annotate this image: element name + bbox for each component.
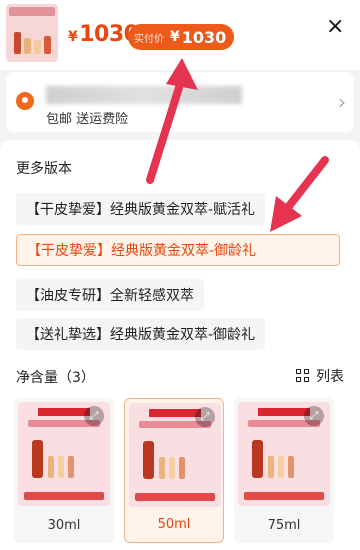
zoom-icon[interactable]: ⤢ [304, 406, 324, 426]
volume-card-image: ⤢ [238, 402, 330, 506]
versions-title: 更多版本 [16, 161, 72, 177]
close-icon[interactable]: × [326, 16, 344, 38]
blurred-address [46, 86, 242, 104]
volume-size: 50ml [157, 517, 191, 532]
promo-strip [244, 492, 324, 500]
sku-selector-sheet: ¥1030 实付价 ¥ 1030 × 包邮 送运费险 › 更多版本 【干皮挚爱】… [0, 0, 360, 550]
volume-card-selected[interactable]: ⤢ 50ml [124, 398, 224, 543]
actual-price-label: 实付价 [134, 33, 164, 45]
product-bottle [58, 456, 64, 478]
chevron-right-icon: › [338, 90, 346, 114]
shipping-info: 包邮 送运费险 [46, 112, 129, 127]
product-header: ¥1030 实付价 ¥ 1030 × [0, 0, 360, 70]
thumbnail-bottle [34, 40, 41, 54]
thumbnail-bottle [14, 32, 21, 54]
volume-card[interactable]: ⤢ 30ml [14, 398, 114, 543]
product-bottle [252, 440, 263, 478]
product-bottle [159, 457, 165, 479]
brand-logo [149, 409, 201, 417]
product-bottle [143, 441, 154, 479]
product-bottle [179, 457, 185, 479]
zoom-icon[interactable]: ⤢ [84, 406, 104, 426]
list-view-label: 列表 [316, 369, 344, 385]
promo-strip [135, 493, 215, 501]
price-symbol: ¥ [68, 29, 78, 45]
product-bottle [268, 456, 274, 478]
product-bottle [288, 456, 294, 478]
brand-logo [38, 408, 90, 416]
promo-strip [24, 492, 104, 500]
list-view-toggle[interactable]: 列表 [296, 366, 344, 386]
volume-size: 75ml [267, 518, 301, 533]
actual-price-badge: 实付价 ¥ 1030 [128, 24, 234, 50]
location-pin-icon [16, 92, 34, 110]
thumbnail-bottle [44, 36, 51, 54]
list-grid-icon [296, 369, 310, 383]
version-option[interactable]: 【干皮挚爱】经典版黄金双萃-赋活礼 [16, 193, 266, 225]
actual-price-value: 1030 [181, 27, 227, 47]
thumbnail-bottle [24, 38, 31, 54]
volume-card-image: ⤢ [129, 403, 221, 507]
brand-logo [258, 408, 310, 416]
volume-card-image: ⤢ [18, 402, 110, 506]
version-option-selected[interactable]: 【干皮挚爱】经典版黄金双萃-御龄礼 [16, 234, 340, 266]
product-bottle [68, 456, 74, 478]
product-bottle [32, 440, 43, 478]
actual-price-symbol: ¥ [170, 29, 180, 45]
volume-card[interactable]: ⤢ 75ml [234, 398, 334, 543]
address-row[interactable]: 包邮 送运费险 › [6, 72, 354, 132]
product-bottle [278, 456, 284, 478]
version-option[interactable]: 【送礼挚选】经典版黄金双萃-御龄礼 [16, 318, 266, 350]
thumbnail-banner [9, 7, 55, 16]
product-bottle [48, 456, 54, 478]
product-thumbnail[interactable] [6, 4, 58, 62]
volume-title: 净含量（3） [16, 370, 95, 386]
version-option[interactable]: 【油皮专研】全新轻感双萃 [16, 279, 204, 311]
volume-size: 30ml [47, 518, 81, 533]
product-bottle [169, 457, 175, 479]
zoom-icon[interactable]: ⤢ [195, 407, 215, 427]
